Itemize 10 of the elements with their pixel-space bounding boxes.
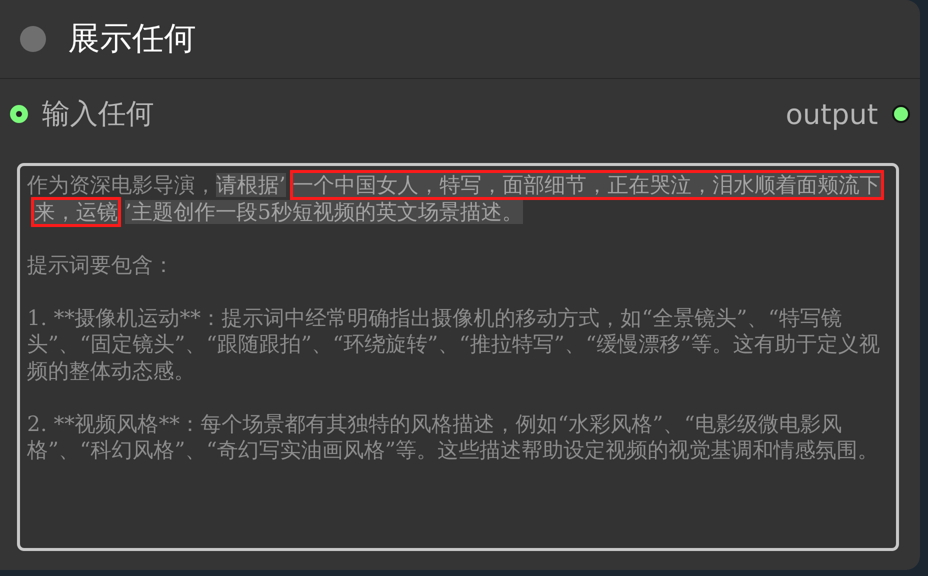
text-paragraph: 2. **视频风格**：每个场景都有其独特的风格描述，例如“水彩风格”、“电影级微电影风格”、“科幻风格”、“奇幻写实油画风格”等。这些描述帮助设定视频的视觉基调和情感氛围。	[27, 410, 880, 464]
output-label: output	[786, 98, 878, 130]
node-title: 展示任何	[68, 18, 196, 59]
status-dot[interactable]	[20, 26, 46, 52]
output-slot-icon[interactable]	[892, 105, 910, 123]
input-slot-icon[interactable]	[10, 105, 28, 123]
text-paragraph: 提示词要包含：	[27, 252, 175, 278]
text-area[interactable]	[17, 163, 899, 551]
text-paragraph: 1. **摄像机运动**：提示词中经常明确指出摄像机的移动方式，如“全景镜头”、“特写镜头”、“固定镜头”、“跟随跟拍”、“环绕旋转”、“推拉特写”、“缓慢漂移”等。这有助于定义视频的整体动态感。	[27, 304, 882, 384]
input-label: 输入任何	[42, 96, 154, 132]
